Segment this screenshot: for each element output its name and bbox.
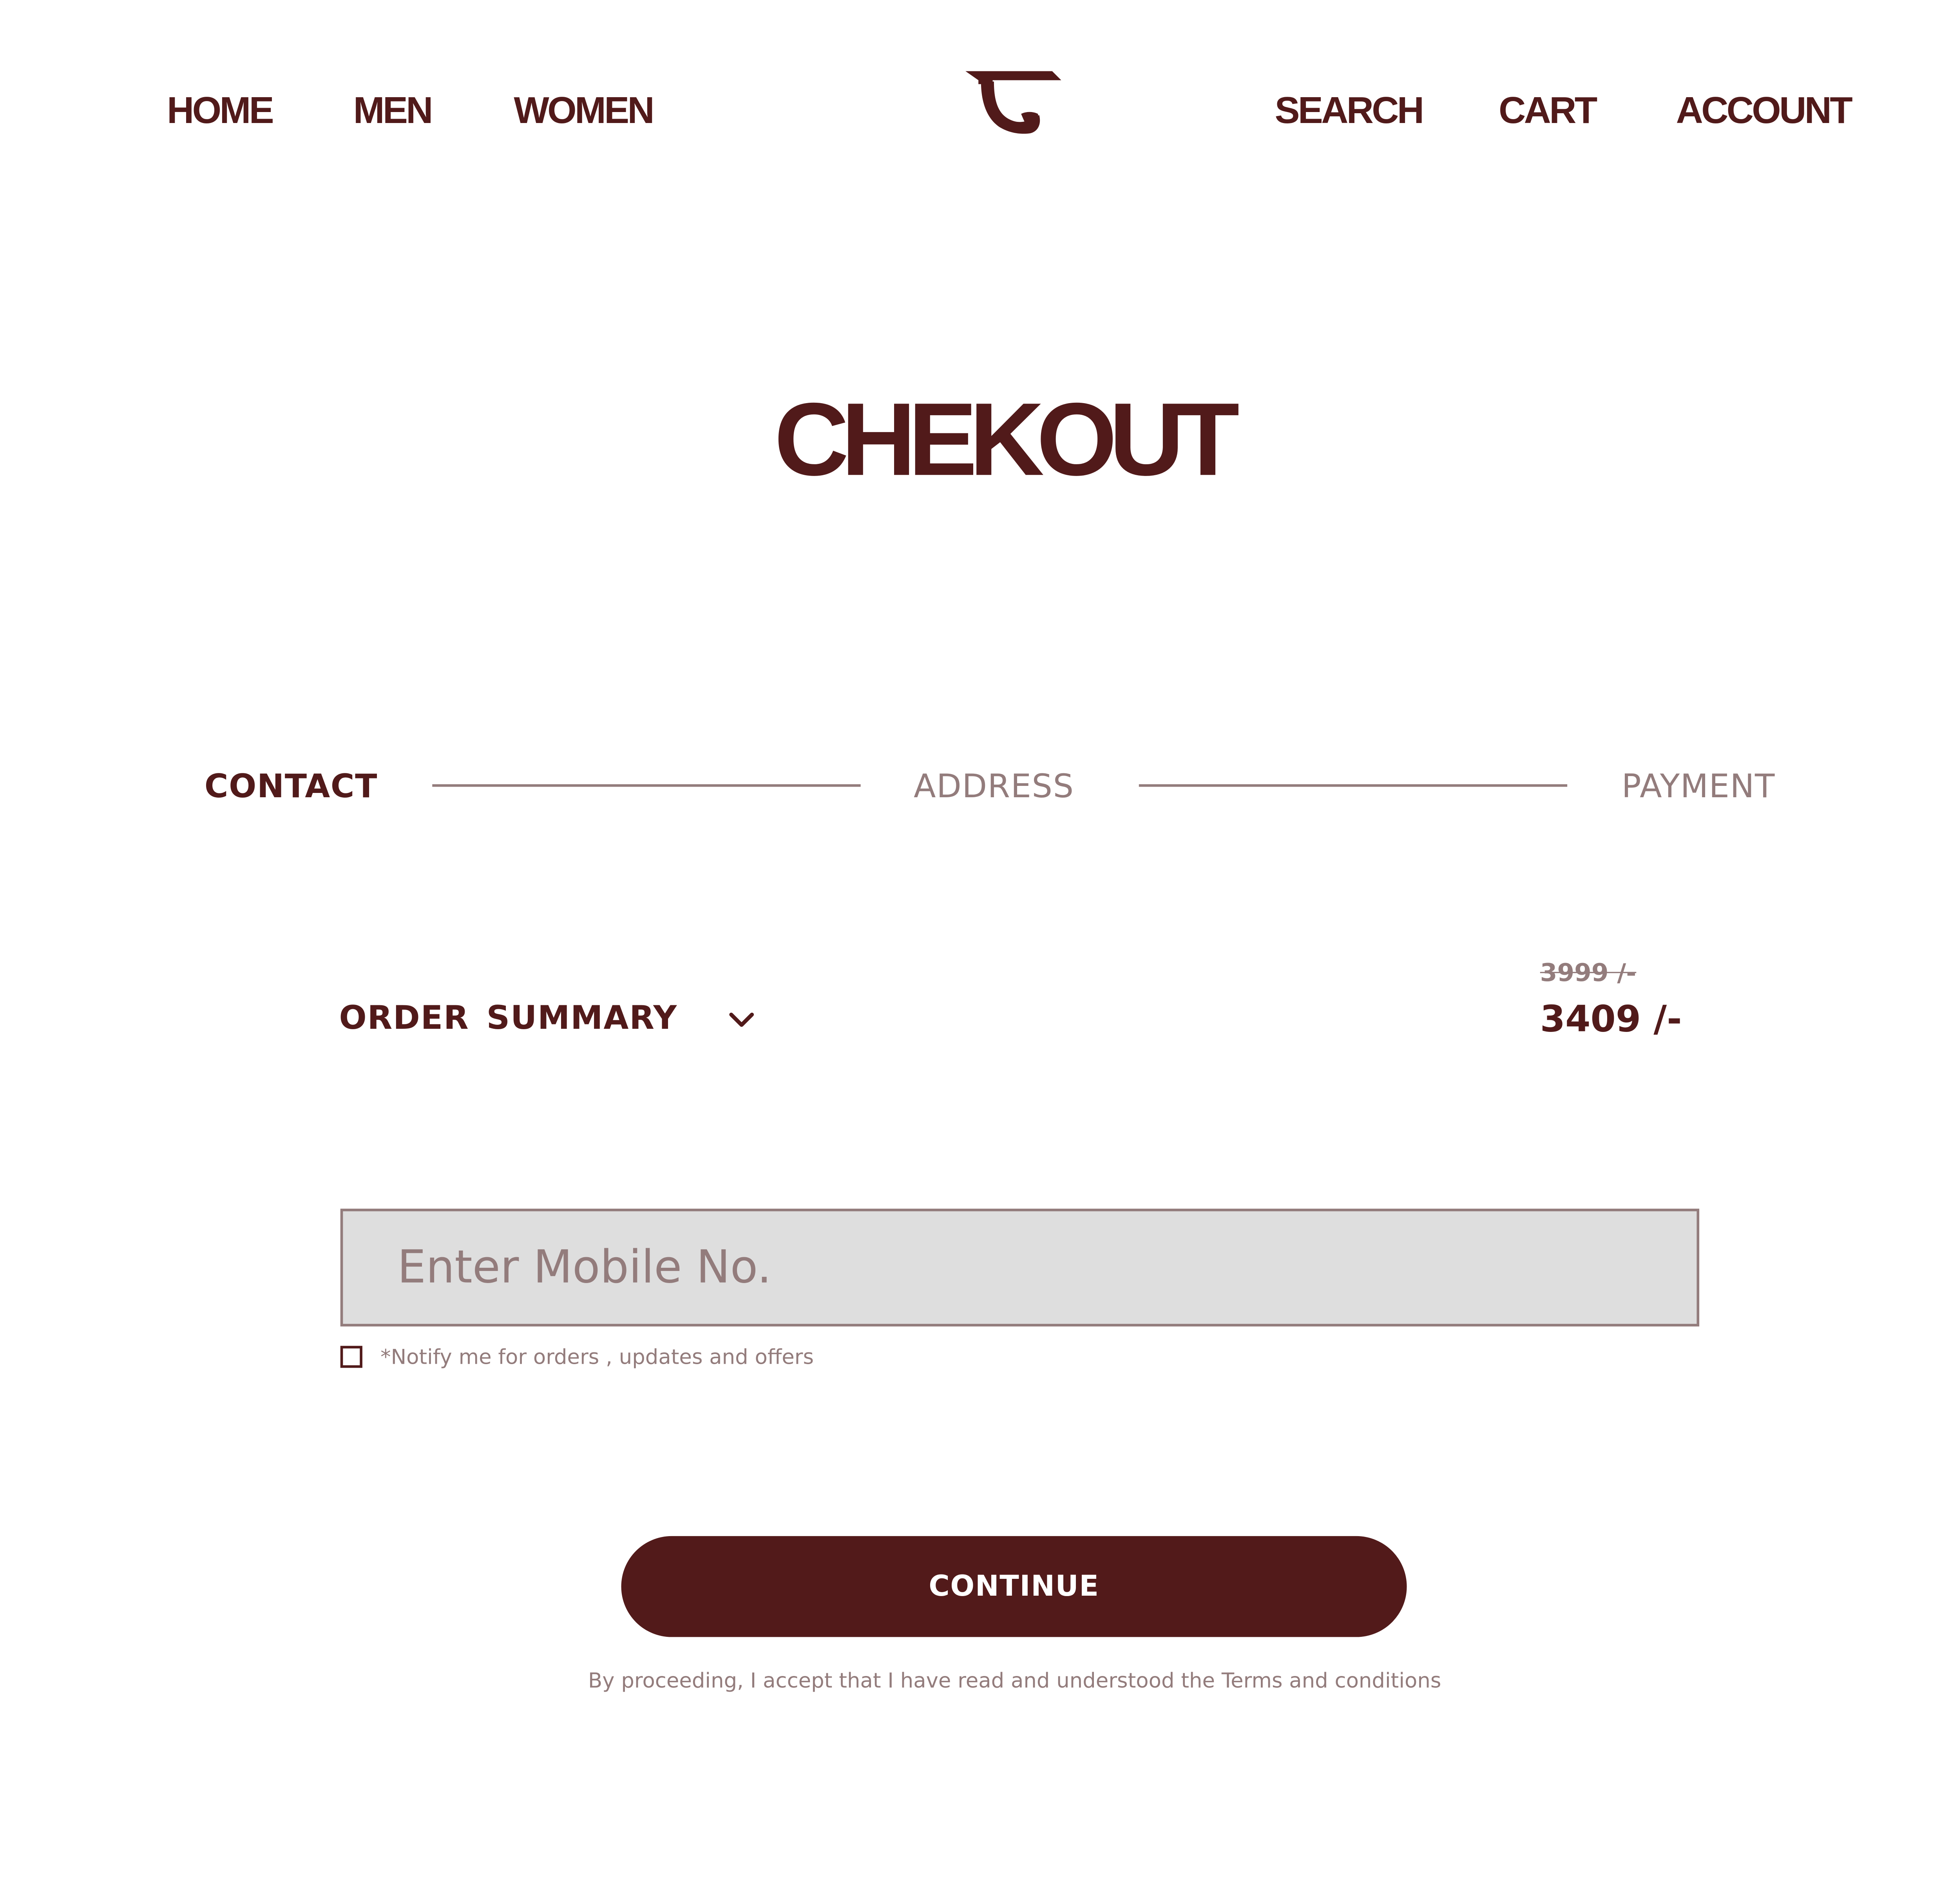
step-contact[interactable]: CONTACT bbox=[205, 767, 378, 805]
mobile-number-input[interactable] bbox=[340, 1209, 1700, 1327]
chevron-down-icon bbox=[729, 1012, 754, 1027]
order-summary-toggle[interactable]: ORDER SUMMARY bbox=[339, 996, 779, 1048]
step-address[interactable]: ADDRESS bbox=[914, 767, 1074, 805]
notify-label: *Notify me for orders , updates and offe… bbox=[380, 1345, 814, 1369]
nav-women-link[interactable]: WOMEN bbox=[514, 90, 654, 133]
step-payment[interactable]: PAYMENT bbox=[1622, 767, 1775, 805]
nav-home-link[interactable]: HOME bbox=[167, 90, 274, 133]
nav-account-link[interactable]: ACCOUNT bbox=[1676, 90, 1853, 133]
final-price: 3409 /- bbox=[1540, 997, 1682, 1041]
terms-text: By proceeding, I accept that I have read… bbox=[588, 1668, 1441, 1693]
nav-cart-link[interactable]: CART bbox=[1499, 90, 1597, 133]
nav-men-link[interactable]: MEN bbox=[353, 90, 433, 133]
order-summary-label: ORDER SUMMARY bbox=[339, 999, 678, 1037]
brand-logo-icon[interactable] bbox=[964, 69, 1063, 136]
step-connector bbox=[432, 784, 861, 787]
step-connector bbox=[1139, 784, 1568, 787]
checkout-page: HOME MEN WOMEN SEARCH CART ACCOUNT CHEKO… bbox=[0, 0, 1959, 1904]
page-title: CHEKOUT bbox=[774, 382, 1240, 497]
continue-button[interactable]: CONTINUE bbox=[621, 1536, 1407, 1637]
notify-checkbox[interactable] bbox=[340, 1346, 362, 1368]
original-price: 3999 /- bbox=[1540, 959, 1637, 988]
nav-search-link[interactable]: SEARCH bbox=[1275, 90, 1424, 133]
